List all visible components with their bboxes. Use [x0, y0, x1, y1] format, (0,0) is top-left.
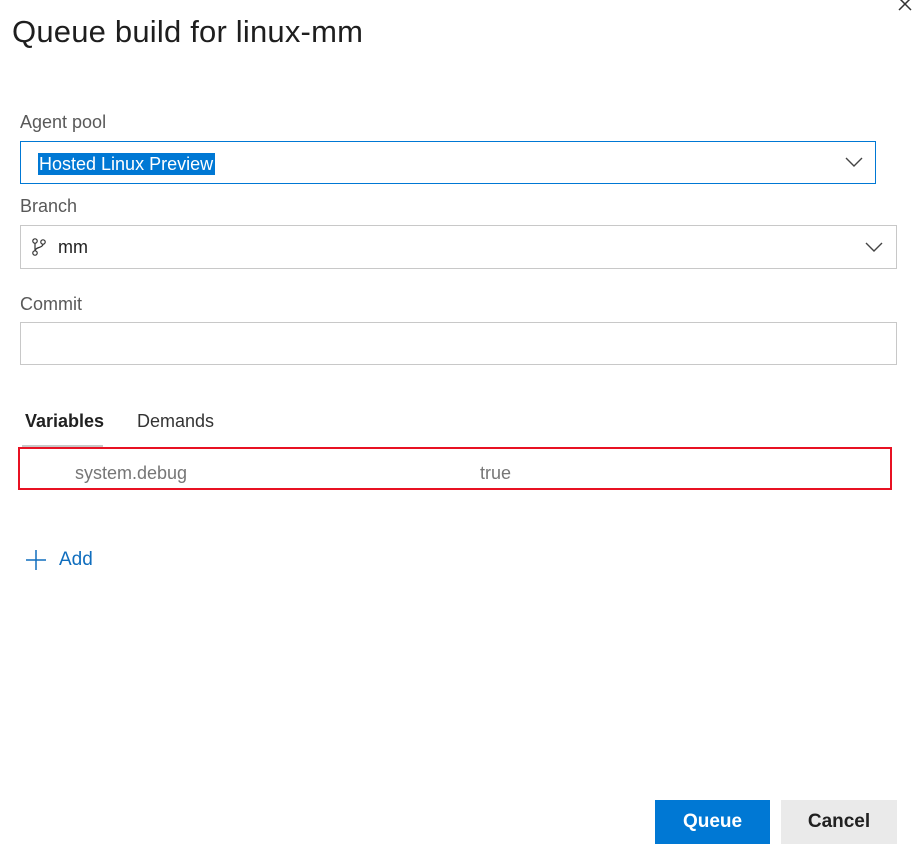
branch-icon — [32, 238, 46, 256]
branch-label: Branch — [20, 196, 78, 216]
add-label: Add — [59, 549, 93, 570]
agent-pool-select[interactable]: Hosted Linux Preview — [20, 141, 876, 184]
agent-pool-label: Agent pool — [20, 112, 107, 132]
plus-icon — [26, 550, 46, 570]
dialog-title: Queue build for linux-mm — [12, 14, 364, 49]
agent-pool-value: Hosted Linux Preview — [38, 153, 216, 175]
queue-button[interactable]: Queue — [655, 800, 770, 844]
chevron-down-icon — [865, 242, 883, 252]
variable-row[interactable]: system.debug true — [18, 447, 892, 490]
cancel-button[interactable]: Cancel — [781, 800, 897, 844]
branch-select[interactable]: mm — [20, 225, 897, 269]
tab-variables[interactable]: Variables — [25, 411, 104, 432]
branch-value: mm — [58, 237, 88, 257]
variable-value[interactable]: true — [480, 463, 511, 484]
commit-label: Commit — [20, 294, 82, 314]
tab-demands[interactable]: Demands — [137, 411, 214, 432]
chevron-down-icon — [845, 157, 863, 167]
add-variable-button[interactable]: Add — [25, 547, 93, 573]
commit-input[interactable] — [20, 322, 897, 365]
close-icon[interactable] — [895, 0, 915, 14]
queue-build-dialog: Queue build for linux-mm Agent pool Host… — [0, 0, 923, 852]
variable-name[interactable]: system.debug — [75, 463, 187, 484]
